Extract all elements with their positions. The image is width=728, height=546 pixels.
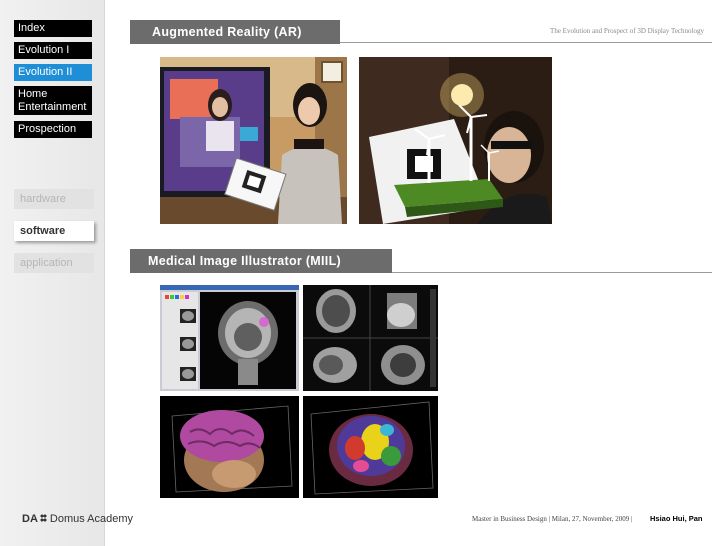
nav-item-evolution-2[interactable]: Evolution II [14, 64, 92, 81]
header-rule [340, 42, 712, 43]
miil-software-screenshot [160, 285, 299, 391]
footer-author: Hsiao Hui, Pan [650, 514, 703, 523]
logo-mark: DA [22, 513, 38, 525]
presentation-title: The Evolution and Prospect of 3D Display… [550, 27, 704, 35]
ar-photo-tv-demo [160, 57, 347, 224]
domus-academy-logo: DA Domus Academy [22, 513, 133, 525]
section-title-miil: Medical Image Illustrator (MIIL) [130, 249, 392, 273]
nav-item-home-entertainment[interactable]: Home Entertainment [14, 86, 92, 115]
section-title-ar: Augmented Reality (AR) [130, 20, 340, 44]
ar-photo-wind-turbines [359, 57, 552, 224]
footer-info: Master in Business Design | Milan, 27, N… [472, 515, 633, 523]
subnav-hardware[interactable]: hardware [14, 189, 94, 209]
subnav-application[interactable]: application [14, 253, 94, 273]
sidebar [0, 0, 105, 546]
nav-item-evolution-1[interactable]: Evolution I [14, 42, 92, 59]
miil-ct-quad-view [303, 285, 438, 391]
logo-dots-icon [39, 514, 47, 522]
miil-brain-volume-render [160, 396, 299, 498]
nav-item-index[interactable]: Index [14, 20, 92, 37]
miil-brain-segmentation-render [303, 396, 438, 498]
nav-item-prospection[interactable]: Prospection [14, 121, 92, 138]
logo-name: Domus Academy [49, 513, 134, 525]
subnav-software[interactable]: software [14, 221, 94, 241]
section-rule [392, 272, 712, 273]
